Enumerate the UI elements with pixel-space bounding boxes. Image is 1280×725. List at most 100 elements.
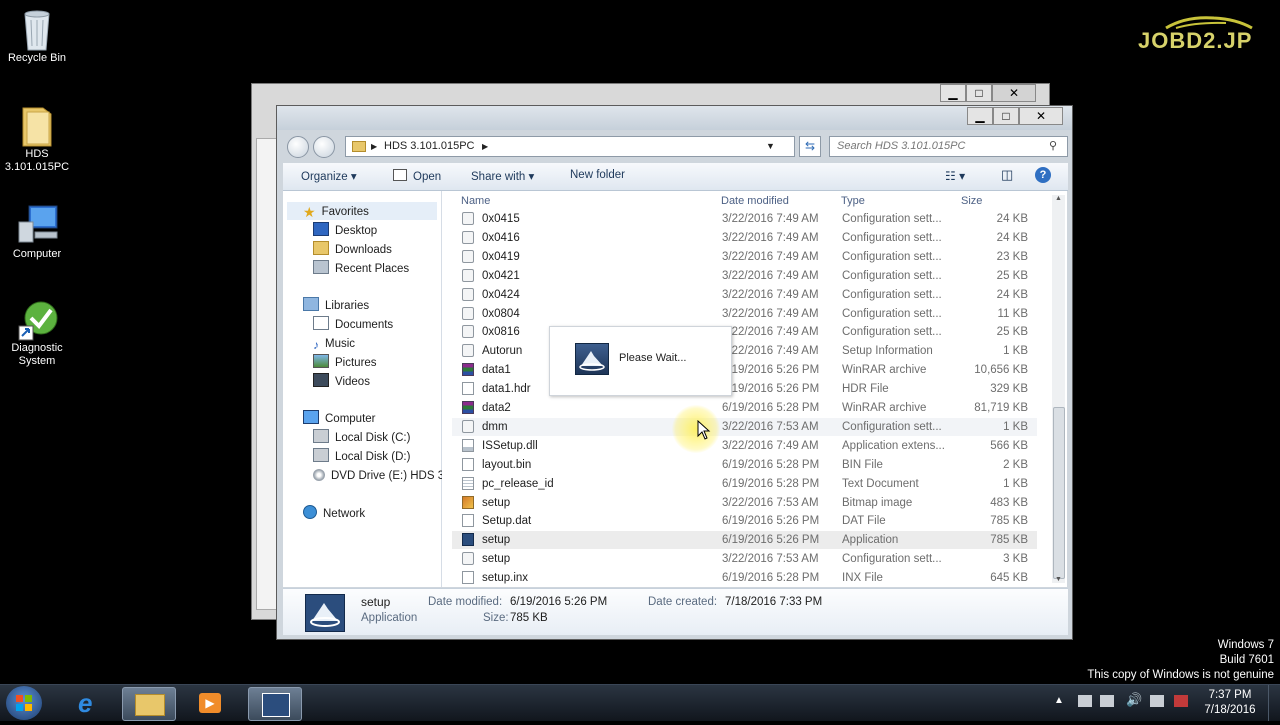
nav-recent-places[interactable]: Recent Places (313, 260, 409, 278)
back-button[interactable] (287, 136, 309, 158)
file-row[interactable]: 0x0424 3/22/2016 7:49 AM Configuration set… (452, 286, 1037, 304)
file-row[interactable]: 0x0419 3/22/2016 7:49 AM Configuration set… (452, 248, 1037, 266)
file-row[interactable]: layout.bin 6/19/2016 5:28 PM BIN File 2 KB (452, 456, 1037, 474)
close-button[interactable]: ✕ (1019, 107, 1063, 125)
file-row[interactable]: data1 6/19/2016 5:26 PM WinRAR archive 10,6… (452, 361, 1037, 379)
installer-icon (575, 343, 609, 375)
taskbar-clock[interactable]: 7:37 PM 7/18/2016 (1198, 688, 1262, 718)
taskbar-setup-installer[interactable] (248, 687, 302, 721)
file-row[interactable]: setup 3/22/2016 7:53 AM Configuration sett… (452, 550, 1037, 568)
nav-network[interactable]: Network (303, 505, 365, 523)
maximize-button[interactable]: □ (993, 107, 1019, 125)
share-with-button[interactable]: Share with ▾ (471, 169, 534, 183)
details-date-modified-label: Date modified: (428, 596, 503, 608)
address-bar[interactable]: ▶ HDS 3.101.015PC ▶ ▼ (345, 136, 795, 157)
tray-network-icon[interactable] (1100, 695, 1114, 707)
file-row[interactable]: setup.inx 6/19/2016 5:28 PM INX File 645 KB (452, 569, 1037, 587)
file-type: BIN File (842, 458, 883, 471)
column-header-type[interactable]: Type (841, 195, 865, 207)
file-row[interactable]: 0x0804 3/22/2016 7:49 AM Configuration set… (452, 305, 1037, 323)
taskbar-media-player[interactable]: ▶ (184, 687, 236, 719)
new-folder-button[interactable]: New folder (570, 169, 625, 181)
details-size-label: Size: (483, 612, 509, 624)
close-button[interactable]: ✕ (992, 84, 1036, 102)
file-row[interactable]: setup 3/22/2016 7:53 AM Bitmap image 483 KB (452, 494, 1037, 512)
breadcrumb-current[interactable]: HDS 3.101.015PC (384, 137, 475, 156)
media-player-icon: ▶ (199, 693, 221, 713)
title-bar (277, 106, 1072, 130)
file-row[interactable]: 0x0416 3/22/2016 7:49 AM Configuration set… (452, 229, 1037, 247)
file-date-modified: 3/22/2016 7:49 AM (722, 345, 819, 358)
search-input[interactable]: Search HDS 3.101.015PC (829, 136, 1068, 157)
organize-button[interactable]: Organize ▾ (301, 169, 357, 183)
nav-videos[interactable]: Videos (313, 373, 370, 391)
tray-monitor-icon[interactable] (1150, 695, 1164, 707)
file-date-modified: 3/22/2016 7:49 AM (722, 269, 819, 282)
column-header-name[interactable]: Name (461, 195, 490, 207)
scrollbar-thumb[interactable] (1053, 407, 1065, 579)
desktop-icon-computer[interactable]: Computer (0, 204, 74, 261)
file-row[interactable]: 0x0415 3/22/2016 7:49 AM Configuration set… (452, 210, 1037, 228)
minimize-button[interactable]: ▁ (940, 84, 966, 102)
file-row[interactable]: data1.hdr 6/19/2016 5:26 PM HDR File 329 KB (452, 380, 1037, 398)
tray-security-icon[interactable] (1174, 695, 1188, 707)
file-row[interactable]: 0x0421 3/22/2016 7:49 AM Configuration set… (452, 267, 1037, 285)
vertical-scrollbar[interactable]: ▲ ▼ (1052, 195, 1065, 583)
taskbar-windows-explorer[interactable] (122, 687, 176, 721)
column-header-date[interactable]: Date modified (721, 195, 789, 207)
desktop-icon-diagnostic-system[interactable]: Diagnostic System (0, 298, 74, 368)
nav-pictures[interactable]: Pictures (313, 354, 377, 372)
minimize-button[interactable]: ▁ (967, 107, 993, 125)
bitmap-icon (462, 495, 474, 509)
refresh-button[interactable]: ⇆ (799, 136, 821, 157)
nav-favorites[interactable]: ★ Favorites (303, 203, 369, 221)
file-row[interactable]: data2 6/19/2016 5:28 PM WinRAR archive 81,7… (452, 399, 1037, 417)
maximize-button[interactable]: □ (966, 84, 992, 102)
downloads-icon (313, 241, 329, 255)
file-row[interactable]: pc_release_id 6/19/2016 5:28 PM Text Docum… (452, 475, 1037, 493)
column-header-size[interactable]: Size (961, 195, 982, 207)
file-row[interactable]: Setup.dat 6/19/2016 5:26 PM DAT File 785 KB (452, 512, 1037, 530)
file-size: 25 KB (996, 326, 1028, 339)
file-row[interactable]: setup 6/19/2016 5:26 PM Application 785 KB (452, 531, 1037, 550)
file-row[interactable]: dmm 3/22/2016 7:53 AM Configuration sett..… (452, 417, 1037, 436)
desktop-icon-hds-folder[interactable]: HDS 3.101.015PC (0, 104, 74, 174)
scroll-up-arrow-icon[interactable]: ▲ (1055, 195, 1062, 202)
nav-local-disk-d[interactable]: Local Disk (D:) (313, 448, 410, 466)
forward-button[interactable] (313, 136, 335, 158)
scroll-down-arrow-icon[interactable]: ▼ (1055, 576, 1062, 583)
nav-dvd-drive[interactable]: DVD Drive (E:) HDS 3 (313, 467, 444, 485)
nav-music[interactable]: ♪ Music (313, 335, 355, 353)
nav-libraries[interactable]: Libraries (303, 297, 369, 315)
file-name: setup (482, 553, 511, 566)
config-file-icon (462, 249, 474, 263)
file-date-modified: 3/22/2016 7:53 AM (722, 420, 819, 433)
file-type: Configuration sett... (842, 420, 942, 433)
start-button[interactable] (6, 686, 42, 720)
dropdown-arrow-icon[interactable]: ▼ (766, 137, 775, 156)
show-hidden-icons-icon[interactable]: ▲ (1054, 695, 1064, 706)
tray-volume-icon[interactable]: 🔊 (1126, 692, 1142, 708)
nav-desktop[interactable]: Desktop (313, 222, 377, 240)
nav-downloads[interactable]: Downloads (313, 241, 392, 259)
file-size: 645 KB (990, 572, 1028, 585)
taskbar: e ▶ ▲ 🔊 7:37 PM 7/18/2016 (0, 684, 1280, 721)
file-row[interactable]: 0x0816 3/22/2016 7:49 AM Configuration set… (452, 323, 1037, 341)
open-button[interactable]: Open (393, 169, 441, 183)
file-row[interactable]: ISSetup.dll 3/22/2016 7:49 AM Application … (452, 437, 1037, 455)
tray-flag-icon[interactable] (1078, 695, 1092, 707)
preview-pane-icon[interactable]: ◫ (1001, 167, 1013, 183)
search-icon[interactable]: ⚲ (1049, 139, 1057, 152)
nav-computer[interactable]: Computer (303, 410, 376, 428)
show-desktop-button[interactable] (1268, 685, 1280, 721)
nav-local-disk-c[interactable]: Local Disk (C:) (313, 429, 410, 447)
file-row[interactable]: Autorun 3/22/2016 7:49 AM Setup Informatio… (452, 342, 1037, 360)
file-type: Setup Information (842, 345, 933, 358)
taskbar-internet-explorer[interactable]: e (64, 687, 116, 719)
installer-icon (262, 693, 290, 717)
help-icon[interactable]: ? (1035, 167, 1051, 183)
file-type: WinRAR archive (842, 364, 927, 377)
view-options-icon[interactable]: ☷ ▾ (945, 169, 965, 183)
desktop-icon-recycle-bin[interactable]: Recycle Bin (0, 8, 74, 65)
nav-documents[interactable]: Documents (313, 316, 393, 334)
